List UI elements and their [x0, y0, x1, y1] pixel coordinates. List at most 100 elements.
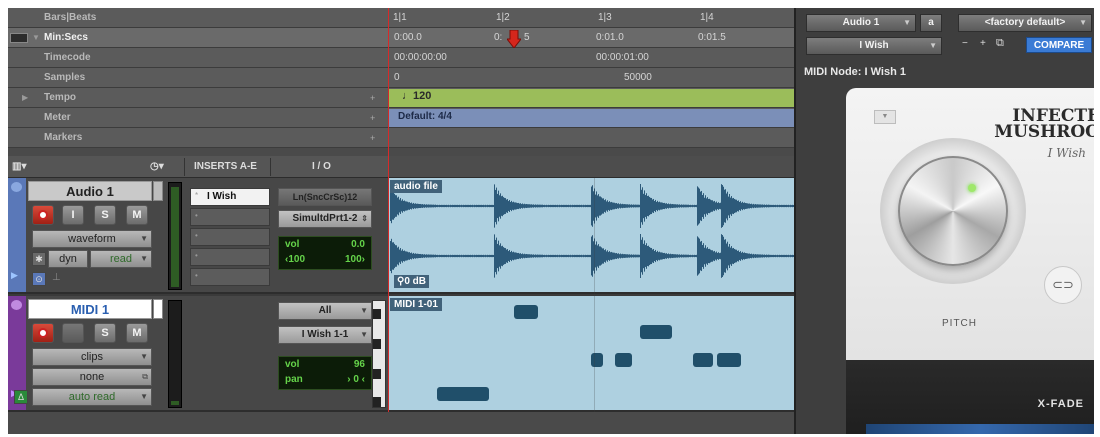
pitch-knob-indicator: [968, 184, 976, 192]
view-menu-icon[interactable]: ▥▾: [12, 156, 34, 178]
preset-minus-icon[interactable]: −: [962, 38, 968, 49]
elastic-icon[interactable]: ⊥: [52, 272, 61, 283]
audio-clip-lane[interactable]: audio file ⚲0 dB: [388, 178, 794, 294]
vol-value[interactable]: 0.0: [351, 239, 365, 250]
track-name[interactable]: MIDI 1: [28, 299, 152, 319]
add-meter-icon[interactable]: +: [370, 108, 375, 128]
add-tempo-icon[interactable]: +: [370, 88, 375, 108]
insert-slot-c[interactable]: •: [190, 228, 270, 246]
volume-pan-panel[interactable]: vol 0.0 ‹100 100›: [278, 236, 372, 270]
midi-input-selector[interactable]: All ▼: [278, 302, 372, 320]
midi-note[interactable]: [615, 353, 632, 367]
bars-tick: 1|4: [700, 12, 714, 23]
compare-button[interactable]: COMPARE: [1026, 37, 1092, 53]
dyn-selector[interactable]: dyn: [48, 250, 88, 268]
track-column-header: ▥▾ ◷▾ INSERTS A-E I / O: [8, 156, 388, 178]
ruler-meter[interactable]: Meter + Default: 4/4: [8, 108, 794, 128]
note-view-value: none: [79, 371, 105, 383]
meter-lane[interactable]: Default: 4/4: [388, 109, 794, 127]
gui-menu-dropdown-icon[interactable]: ▼: [874, 110, 896, 124]
copy-icon[interactable]: ⧉: [996, 37, 1004, 50]
input-monitor-button[interactable]: [62, 323, 84, 343]
samples-tick: 50000: [624, 72, 652, 83]
ruler-label: Tempo: [44, 92, 77, 103]
track-name[interactable]: Audio 1: [28, 181, 152, 201]
ruler-tempo[interactable]: ▶ Tempo + ♩120: [8, 88, 794, 108]
note-view-selector[interactable]: none ⧉: [32, 368, 152, 386]
playlist-icon[interactable]: ⊙: [32, 272, 46, 286]
insert-slot-a[interactable]: * I Wish: [190, 188, 270, 206]
ruler-markers[interactable]: Markers +: [8, 128, 794, 148]
vol-label: vol: [285, 239, 300, 250]
automation-mode-selector[interactable]: auto read ▼: [32, 388, 152, 406]
solo-button[interactable]: S: [94, 205, 116, 225]
timeline-rulers: Bars|Beats 1|1 1|2 1|3 1|4 ▼ Min:Secs 0:…: [8, 8, 794, 156]
record-enable-button[interactable]: [32, 323, 54, 343]
plugin-insert-selector[interactable]: I Wish ▼: [806, 37, 942, 55]
audio-track: ▶ Audio 1 I S M waveform ▼ ✱ dyn read ▼ ⊙ …: [8, 178, 388, 294]
pan-right-value[interactable]: 100›: [345, 254, 365, 265]
pan-value[interactable]: › 0 ‹: [347, 374, 365, 385]
clip-name[interactable]: audio file: [390, 180, 442, 193]
automation-mode-selector[interactable]: read ▼: [90, 250, 152, 268]
mute-button[interactable]: M: [126, 323, 148, 343]
midi-track: ▶ MIDI 1 S M clips▼ none⧉ Δ auto read▼ A…: [8, 296, 388, 412]
track-color-strip[interactable]: ▶: [8, 178, 26, 292]
track-name-dropdown[interactable]: [153, 181, 163, 201]
xfade-slider[interactable]: [866, 424, 1094, 434]
ruler-timecode[interactable]: Timecode 00:00:00:00 00:00:01:00: [8, 48, 794, 68]
midi-note[interactable]: [513, 305, 539, 319]
plugin-track-value: Audio 1: [842, 17, 880, 28]
midi-clip-lane[interactable]: MIDI 1-01: [388, 296, 794, 412]
preset-selector[interactable]: <factory default> ▼: [958, 14, 1092, 32]
track-view-selector[interactable]: clips ▼: [32, 348, 152, 366]
track-view-selector[interactable]: waveform ▼: [32, 230, 152, 248]
ruler-label: Samples: [44, 72, 86, 83]
track-select-icon[interactable]: [11, 300, 22, 310]
add-marker-icon[interactable]: +: [370, 128, 375, 148]
divider: [184, 158, 185, 176]
ruler-min-secs[interactable]: ▼ Min:Secs 0:00.0 0: 5 0:01.0 0:01.5: [8, 28, 794, 48]
track-name-dropdown[interactable]: [153, 299, 163, 319]
playhead-marker-icon[interactable]: [507, 30, 521, 48]
plugin-icon[interactable]: ✱: [32, 252, 46, 266]
solo-button[interactable]: S: [94, 323, 116, 343]
clock-icon[interactable]: ◷▾: [150, 156, 164, 178]
insert-slot-d[interactable]: •: [190, 248, 270, 266]
preset-plus-icon[interactable]: +: [980, 38, 986, 49]
midi-output-selector[interactable]: I Wish 1-1 ▼: [278, 326, 372, 344]
link-icon[interactable]: ⊂⊃: [1044, 266, 1082, 304]
pitch-knob[interactable]: [898, 156, 1008, 266]
plugin-insert-letter[interactable]: a: [920, 14, 942, 32]
plugin-track-selector[interactable]: Audio 1 ▼: [806, 14, 916, 32]
record-enable-button[interactable]: [32, 205, 54, 225]
mute-button[interactable]: M: [126, 205, 148, 225]
midi-note[interactable]: [436, 387, 490, 401]
vol-value[interactable]: 96: [354, 359, 365, 370]
clip-gain[interactable]: ⚲0 dB: [394, 275, 429, 288]
pan-left-value[interactable]: ‹100: [285, 254, 305, 265]
ruler-bars-beats[interactable]: Bars|Beats 1|1 1|2 1|3 1|4: [8, 8, 794, 28]
midi-note[interactable]: [716, 353, 742, 367]
track-level-meter: [168, 300, 182, 408]
midi-note[interactable]: [692, 353, 713, 367]
output-selector[interactable]: SimultdPrt1-2 ⇕: [278, 210, 372, 228]
volume-pan-panel[interactable]: vol 96 pan › 0 ‹: [278, 356, 372, 390]
ruler-samples[interactable]: Samples 0 50000: [8, 68, 794, 88]
input-selector[interactable]: Ln(SncCrSc)12: [278, 188, 372, 206]
ruler-label: Min:Secs: [44, 32, 88, 43]
tempo-lane[interactable]: ♩120: [388, 89, 794, 107]
track-select-icon[interactable]: [11, 182, 22, 192]
input-monitor-button[interactable]: I: [62, 205, 84, 225]
midi-note[interactable]: [639, 325, 673, 339]
insert-slot-e[interactable]: •: [190, 268, 270, 286]
insert-slot-b[interactable]: •: [190, 208, 270, 226]
midi-note[interactable]: [591, 353, 604, 367]
mini-keyboard[interactable]: [372, 300, 386, 408]
midi-icon[interactable]: Δ: [14, 390, 28, 404]
expand-arrow-icon[interactable]: ▶: [11, 270, 18, 281]
ruler-label: Bars|Beats: [44, 12, 97, 23]
track-controls: MIDI 1 S M clips ▼ none ⧉ Δ auto read ▼: [14, 296, 163, 410]
meter-value: Default: 4/4: [398, 111, 452, 122]
clip-name[interactable]: MIDI 1-01: [390, 298, 442, 311]
